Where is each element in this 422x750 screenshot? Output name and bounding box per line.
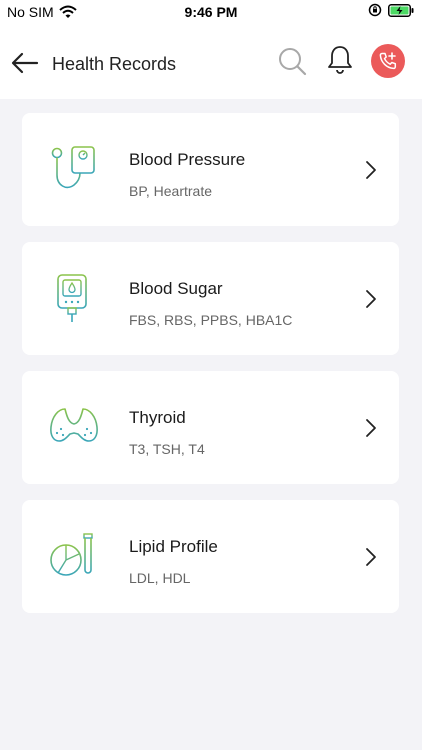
status-bar: No SIM 9:46 PM — [0, 0, 422, 24]
back-arrow-icon[interactable] — [10, 50, 40, 76]
orientation-lock-icon — [368, 3, 382, 17]
chevron-right-icon — [366, 548, 376, 566]
record-subtitle: FBS, RBS, PPBS, HBA1C — [129, 312, 293, 328]
blood-pressure-icon — [51, 146, 95, 189]
record-title: Lipid Profile — [129, 537, 218, 556]
page-title: Health Records — [52, 54, 177, 74]
record-card-blood-pressure[interactable]: Blood Pressure BP, Heartrate — [22, 113, 399, 226]
phone-plus-icon — [379, 52, 397, 70]
chevron-right-icon — [366, 419, 376, 437]
record-subtitle: T3, TSH, T4 — [129, 441, 205, 457]
status-right — [368, 3, 414, 17]
record-card-thyroid[interactable]: Thyroid T3, TSH, T4 — [22, 371, 399, 484]
status-time: 9:46 PM — [184, 4, 238, 20]
app-header: Health Records — [0, 24, 422, 99]
notification-bell-icon[interactable] — [325, 44, 355, 76]
battery-charging-icon — [388, 3, 414, 17]
thyroid-icon — [50, 408, 98, 442]
search-icon[interactable] — [277, 46, 307, 76]
record-title: Thyroid — [129, 408, 186, 427]
chevron-right-icon — [366, 290, 376, 308]
record-subtitle: BP, Heartrate — [129, 183, 213, 199]
emergency-call-button[interactable] — [371, 44, 405, 78]
glucometer-icon — [57, 274, 87, 322]
record-subtitle: LDL, HDL — [129, 570, 191, 586]
record-title: Blood Pressure — [129, 150, 246, 169]
record-title: Blood Sugar — [129, 279, 223, 298]
record-card-blood-sugar[interactable]: Blood Sugar FBS, RBS, PPBS, HBA1C — [22, 242, 399, 355]
chevron-right-icon — [366, 161, 376, 179]
records-list: Blood Pressure BP, Heartrate Blood Sugar… — [0, 99, 422, 619]
lipid-profile-icon — [50, 533, 93, 576]
record-card-lipid-profile[interactable]: Lipid Profile LDL, HDL — [22, 500, 399, 613]
